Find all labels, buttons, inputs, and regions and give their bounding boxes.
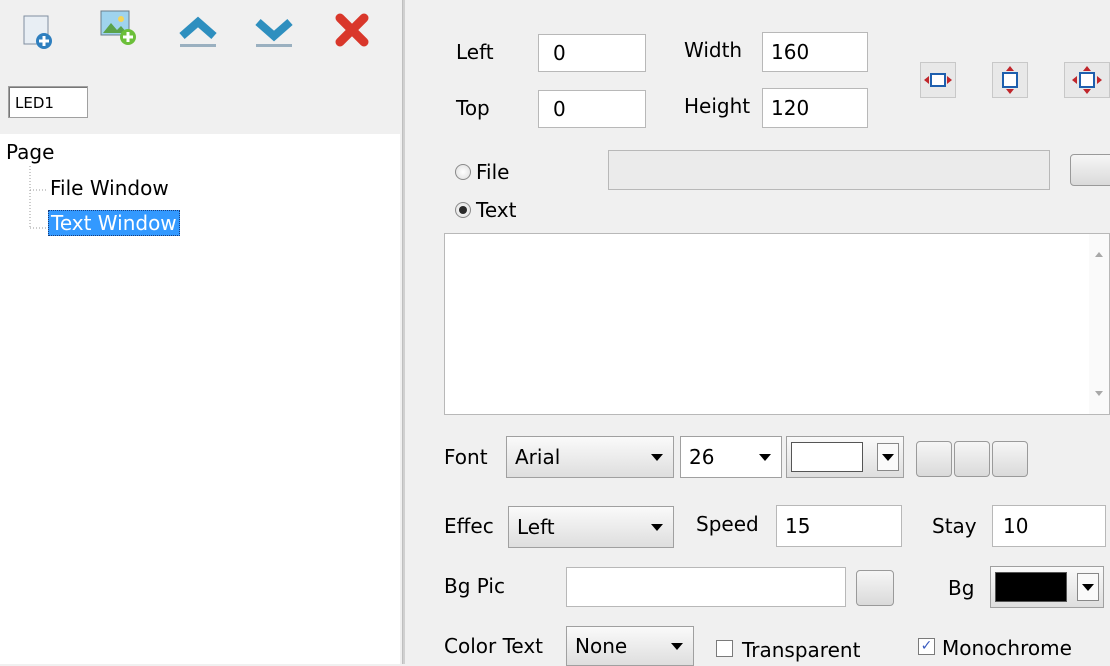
fit-height-button[interactable] bbox=[992, 62, 1028, 98]
bold-button[interactable] bbox=[916, 441, 952, 477]
monochrome-label: Monochrome bbox=[942, 636, 1072, 660]
color-text-value: None bbox=[575, 634, 628, 658]
delete-button[interactable] bbox=[328, 6, 376, 54]
transparent-label: Transparent bbox=[742, 638, 861, 662]
width-label: Width bbox=[684, 38, 743, 62]
tree-item-file-window[interactable]: File Window bbox=[50, 176, 169, 200]
text-radio[interactable] bbox=[455, 202, 471, 218]
left-input[interactable]: 0 bbox=[538, 34, 646, 72]
fit-both-button[interactable] bbox=[1064, 62, 1110, 98]
font-family-value: Arial bbox=[515, 445, 561, 469]
page-tree[interactable]: Page File Window Text Window bbox=[0, 134, 400, 664]
move-up-button[interactable] bbox=[174, 6, 222, 54]
font-label: Font bbox=[444, 445, 488, 469]
dropdown-arrow-icon bbox=[651, 454, 663, 461]
bg-color-select[interactable] bbox=[990, 566, 1104, 608]
tree-item-text-window[interactable]: Text Window bbox=[48, 210, 180, 236]
chevron-down-icon bbox=[255, 18, 293, 47]
scroll-up-arrow-icon[interactable] bbox=[1094, 250, 1104, 258]
left-label: Left bbox=[456, 40, 494, 64]
height-label: Height bbox=[684, 94, 751, 118]
fit-height-icon bbox=[1002, 66, 1018, 94]
underline-button[interactable] bbox=[992, 441, 1028, 477]
font-family-select[interactable]: Arial bbox=[506, 436, 674, 478]
color-text-label: Color Text bbox=[444, 634, 544, 658]
speed-label: Speed bbox=[696, 512, 759, 536]
color-text-select[interactable]: None bbox=[566, 626, 694, 666]
top-input[interactable]: 0 bbox=[538, 90, 646, 128]
fit-width-icon bbox=[924, 73, 952, 87]
fit-both-icon bbox=[1072, 66, 1102, 94]
width-input[interactable]: 160 bbox=[762, 32, 868, 72]
font-color-swatch bbox=[791, 442, 863, 472]
top-label: Top bbox=[456, 96, 490, 120]
text-radio-label: Text bbox=[476, 198, 517, 222]
chevron-up-icon bbox=[179, 16, 217, 47]
bg-pic-label: Bg Pic bbox=[444, 574, 505, 598]
new-page-icon bbox=[23, 15, 52, 49]
browse-bg-pic-button[interactable] bbox=[856, 570, 894, 606]
file-radio-label: File bbox=[476, 160, 510, 184]
scroll-down-arrow-icon[interactable] bbox=[1094, 390, 1104, 398]
device-selector[interactable]: LED1 bbox=[8, 86, 88, 118]
file-path-input[interactable] bbox=[608, 150, 1050, 190]
effect-select[interactable]: Left bbox=[508, 506, 674, 548]
add-image-button[interactable] bbox=[94, 4, 142, 52]
stay-input[interactable]: 10 bbox=[992, 505, 1106, 547]
browse-file-button[interactable] bbox=[1070, 154, 1110, 186]
left-pane: LED1 Page File Window Text Window bbox=[0, 0, 402, 664]
bg-color-swatch bbox=[995, 572, 1067, 602]
text-scrollbar[interactable] bbox=[1089, 234, 1109, 414]
file-radio[interactable] bbox=[455, 164, 471, 180]
effect-value: Left bbox=[517, 515, 555, 539]
tree-connector-lines bbox=[29, 166, 46, 229]
move-down-button[interactable] bbox=[250, 6, 298, 54]
monochrome-checkbox[interactable]: ✓ bbox=[918, 638, 935, 655]
font-size-select[interactable]: 26 bbox=[680, 436, 782, 478]
bg-label: Bg bbox=[948, 576, 975, 600]
font-color-select[interactable] bbox=[786, 436, 904, 478]
effect-label: Effec bbox=[444, 514, 494, 538]
font-size-value: 26 bbox=[689, 445, 715, 469]
text-content-area[interactable] bbox=[444, 233, 1110, 415]
tree-root-page[interactable]: Page bbox=[6, 140, 54, 164]
dropdown-arrow-icon bbox=[671, 643, 683, 650]
dropdown-arrow-icon bbox=[1082, 584, 1094, 591]
height-input[interactable]: 120 bbox=[762, 88, 868, 128]
transparent-checkbox[interactable] bbox=[716, 640, 733, 657]
bg-pic-input[interactable] bbox=[566, 567, 846, 607]
fit-width-button[interactable] bbox=[920, 62, 956, 98]
speed-input[interactable]: 15 bbox=[776, 505, 902, 547]
new-page-button[interactable] bbox=[14, 8, 62, 56]
dropdown-arrow-icon bbox=[651, 524, 663, 531]
pane-divider[interactable] bbox=[402, 0, 405, 664]
stay-label: Stay bbox=[932, 514, 977, 538]
italic-button[interactable] bbox=[954, 441, 990, 477]
dropdown-arrow-icon bbox=[759, 454, 771, 461]
add-image-icon bbox=[100, 10, 136, 45]
dropdown-arrow-icon bbox=[882, 454, 894, 461]
delete-x-icon bbox=[335, 13, 369, 47]
